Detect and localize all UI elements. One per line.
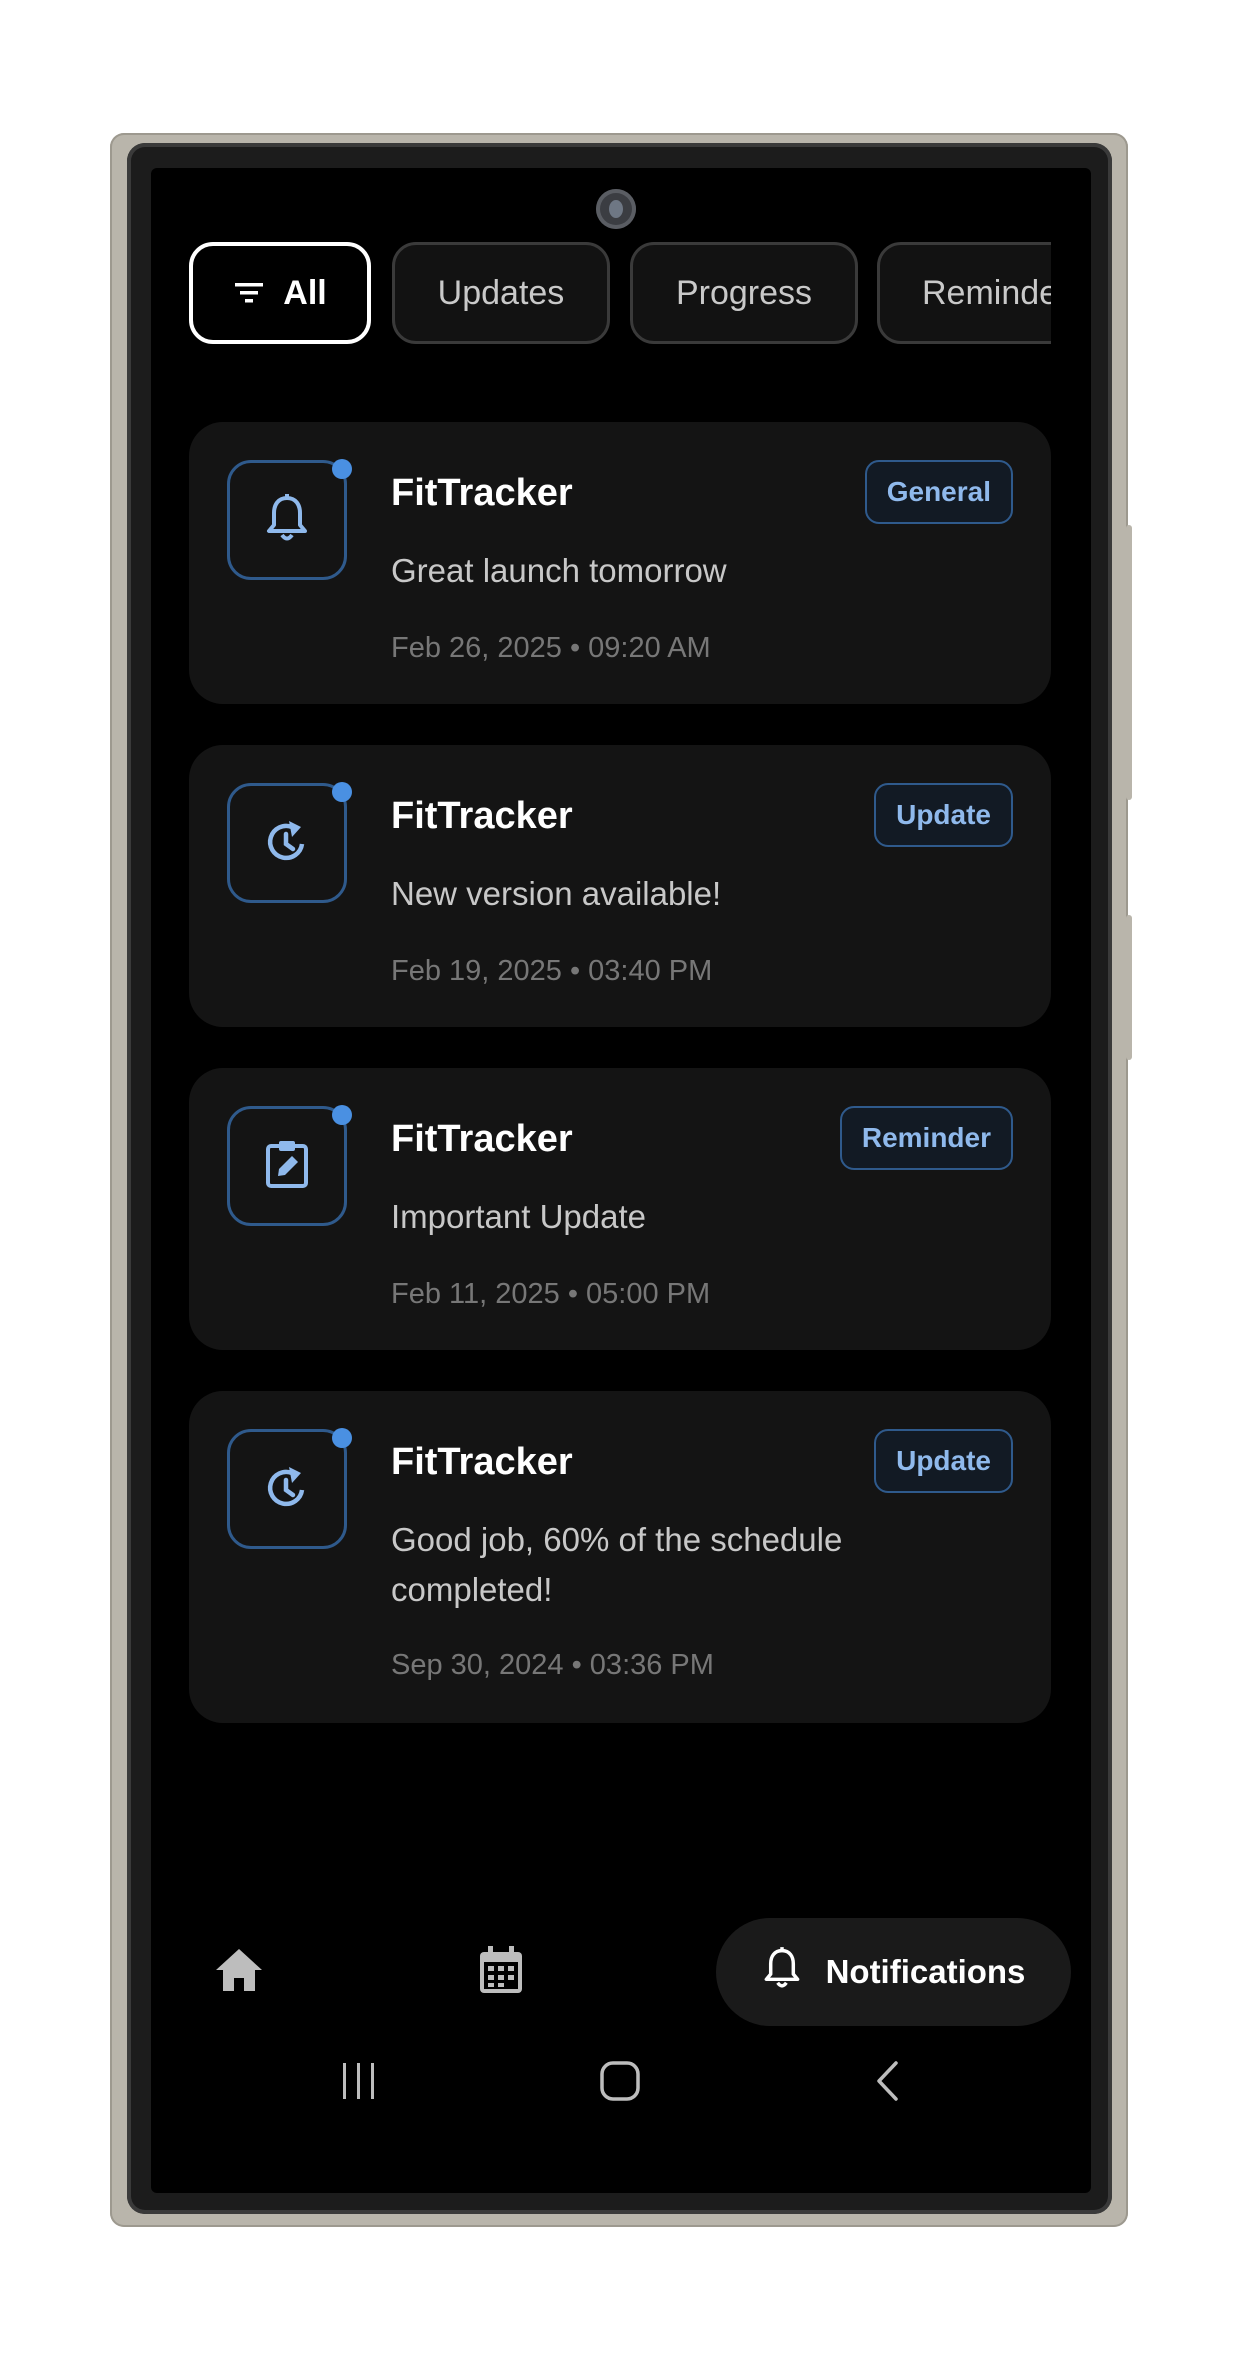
nav-notifications[interactable]: Notifications <box>716 1918 1071 2026</box>
notification-app-name: FitTracker <box>391 1118 573 1160</box>
notification-app-name: FitTracker <box>391 472 573 514</box>
power-button <box>1126 915 1132 1060</box>
notification-app-name: FitTracker <box>391 1441 573 1483</box>
recents-button[interactable] <box>329 2048 389 2118</box>
unread-dot <box>332 1428 352 1448</box>
notification-tag: Reminder <box>839 1106 1013 1170</box>
bell-icon <box>762 1944 802 2000</box>
notification-tag: General <box>864 460 1013 524</box>
nav-notifications-label: Notifications <box>825 1953 1026 1990</box>
filter-chip-reminders[interactable]: Reminders <box>877 242 1051 344</box>
filter-chip-label: Progress <box>675 273 813 312</box>
notification-icon-box <box>227 782 352 903</box>
bell-icon <box>264 493 310 548</box>
home-icon <box>213 1946 265 1999</box>
nav-calendar[interactable] <box>461 1932 541 2012</box>
unread-dot <box>332 782 352 802</box>
notification-message: New version available! <box>391 875 722 912</box>
notification-app-name: FitTracker <box>391 795 573 837</box>
notification-tag: Update <box>874 1429 1013 1493</box>
notification-card[interactable]: FitTracker General Great launch tomorrow… <box>189 422 1051 704</box>
notification-icon-box <box>227 1105 352 1226</box>
back-button[interactable] <box>857 2048 917 2118</box>
notification-message: Important Update <box>391 1198 646 1235</box>
notification-icon-box <box>227 459 352 580</box>
notification-time: Feb 26, 2025 • 09:20 AM <box>391 632 711 664</box>
calendar-icon <box>477 1944 525 2001</box>
volume-button <box>1126 525 1132 800</box>
filter-icon <box>233 280 265 306</box>
notification-time: Sep 30, 2024 • 03:36 PM <box>391 1649 714 1681</box>
screen: All Updates Progress Reminders FitTracke… <box>151 168 1091 2193</box>
clipboard-edit-icon <box>263 1138 311 1195</box>
home-button-icon <box>599 2060 641 2107</box>
update-clock-icon <box>262 816 312 871</box>
home-button[interactable] <box>590 2048 650 2118</box>
filter-chips: All Updates Progress Reminders <box>189 242 1051 348</box>
front-camera <box>596 189 636 229</box>
filter-chip-all[interactable]: All <box>189 242 371 344</box>
unread-dot <box>332 459 352 479</box>
filter-chip-label: Updates <box>437 273 565 312</box>
filter-chip-label: All <box>283 273 327 312</box>
unread-dot <box>332 1105 352 1125</box>
notification-card[interactable]: FitTracker Update Good job, 60% of the s… <box>189 1391 1051 1723</box>
notification-time: Feb 11, 2025 • 05:00 PM <box>391 1278 711 1310</box>
recents-icon <box>339 2061 379 2106</box>
notification-time: Feb 19, 2025 • 03:40 PM <box>391 955 713 987</box>
back-icon <box>872 2059 902 2108</box>
nav-home[interactable] <box>199 1932 279 2012</box>
notification-card[interactable]: FitTracker Reminder Important Update Feb… <box>189 1068 1051 1350</box>
update-clock-icon <box>262 1462 312 1517</box>
notification-card[interactable]: FitTracker Update New version available!… <box>189 745 1051 1027</box>
filter-chip-updates[interactable]: Updates <box>392 242 610 344</box>
filter-chip-progress[interactable]: Progress <box>630 242 858 344</box>
filter-chip-label: Reminders <box>922 273 1051 312</box>
notification-message: Great launch tomorrow <box>391 552 727 589</box>
notification-icon-box <box>227 1428 352 1549</box>
notification-tag: Update <box>874 783 1013 847</box>
notification-message: Good job, 60% of the schedule completed! <box>391 1521 843 1608</box>
